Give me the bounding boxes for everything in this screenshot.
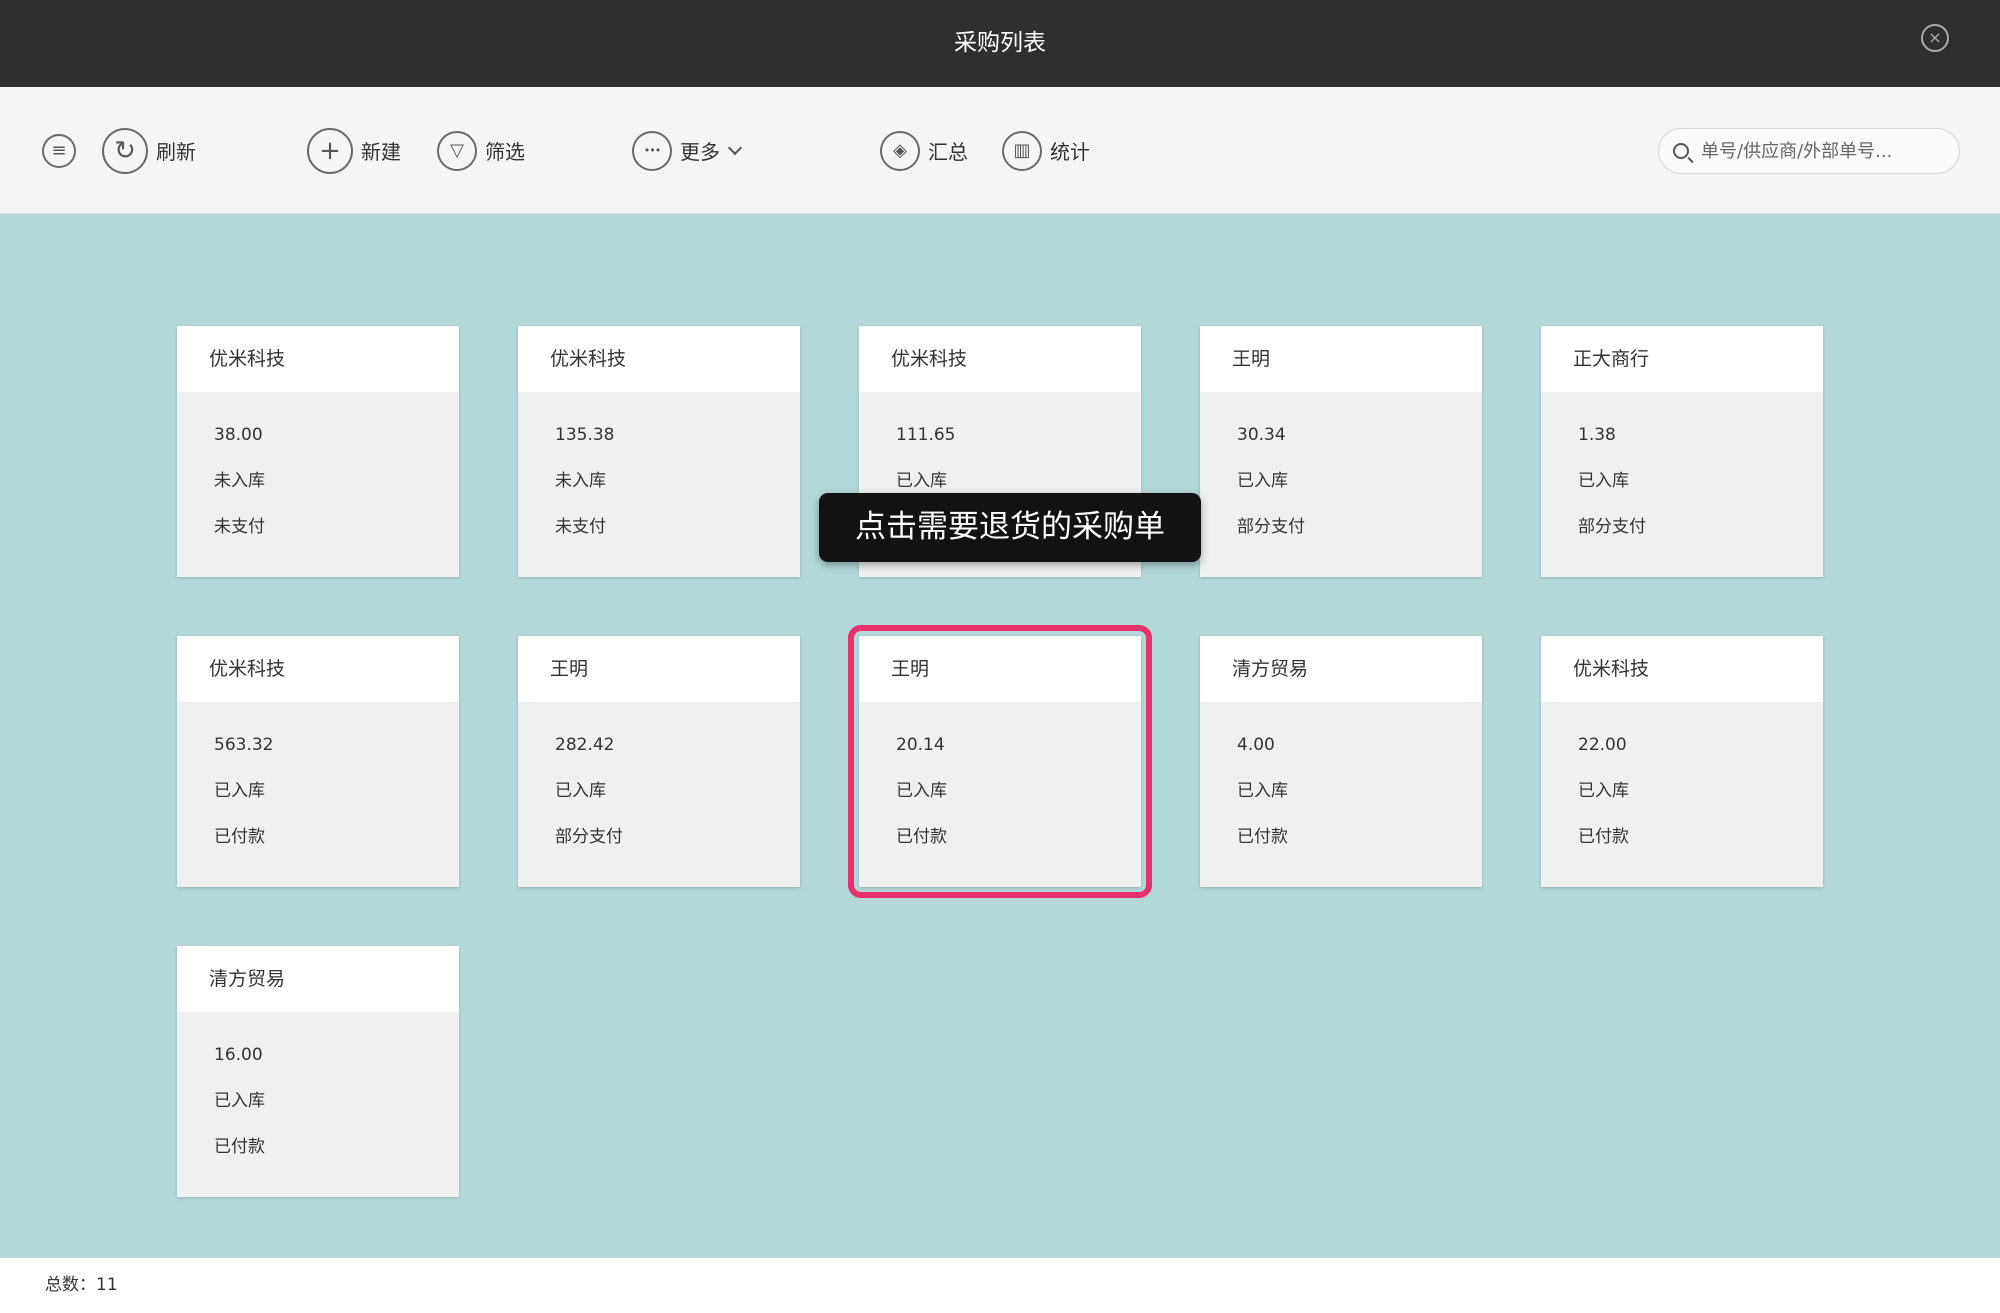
card-supplier: 优米科技 xyxy=(177,636,459,702)
purchase-card-grid: 优米科技 38.00 未入库 未支付 优米科技 135.38 未入库 未支付 优… xyxy=(0,214,2000,1258)
card-supplier: 王明 xyxy=(518,636,800,702)
new-button[interactable]: + 新建 xyxy=(307,87,401,214)
filter-label: 筛选 xyxy=(485,140,525,164)
purchase-card[interactable]: 清方贸易 16.00 已入库 已付款 xyxy=(177,946,459,1197)
card-amount: 20.14 xyxy=(896,735,945,755)
stats-label: 统计 xyxy=(1050,140,1090,164)
card-payment-status: 已付款 xyxy=(214,1137,265,1157)
chevron-down-icon xyxy=(727,140,743,155)
card-amount: 16.00 xyxy=(214,1045,263,1065)
summary-button[interactable]: ◈ 汇总 xyxy=(880,87,968,214)
total-count: 总数：11 xyxy=(45,1275,118,1295)
card-supplier: 优米科技 xyxy=(859,326,1141,392)
card-stock-status: 已入库 xyxy=(1578,471,1629,491)
card-payment-status: 已付款 xyxy=(1578,827,1629,847)
card-stock-status: 已入库 xyxy=(214,781,265,801)
purchase-card[interactable]: 王明 282.42 已入库 部分支付 xyxy=(518,636,800,887)
card-amount: 135.38 xyxy=(555,425,615,445)
filter-button[interactable]: ▽ 筛选 xyxy=(437,87,525,214)
card-amount: 282.42 xyxy=(555,735,615,755)
refresh-button[interactable]: ↻ 刷新 xyxy=(102,87,196,214)
card-stock-status: 已入库 xyxy=(1237,471,1288,491)
purchase-card[interactable]: 优米科技 135.38 未入库 未支付 xyxy=(518,326,800,577)
footer-bar: 总数：11 xyxy=(0,1258,2000,1313)
menu-button[interactable]: ≡ xyxy=(42,87,76,214)
more-label: 更多 xyxy=(680,140,720,164)
card-payment-status: 部分支付 xyxy=(1237,517,1305,537)
search-icon xyxy=(1673,143,1689,159)
menu-icon: ≡ xyxy=(42,133,76,168)
bar-chart-icon: ▥ xyxy=(1002,130,1042,171)
card-stock-status: 未入库 xyxy=(214,471,265,491)
card-payment-status: 未支付 xyxy=(555,517,606,537)
card-amount: 4.00 xyxy=(1237,735,1275,755)
card-payment-status: 已付款 xyxy=(1237,827,1288,847)
card-payment-status: 未支付 xyxy=(214,517,265,537)
card-payment-status: 已付款 xyxy=(214,827,265,847)
plus-icon: + xyxy=(307,127,353,174)
purchase-card[interactable]: 王明 30.34 已入库 部分支付 xyxy=(1200,326,1482,577)
purchase-card-highlighted[interactable]: 王明 20.14 已入库 已付款 xyxy=(848,625,1152,898)
card-amount: 30.34 xyxy=(1237,425,1286,445)
card-stock-status: 已入库 xyxy=(1578,781,1629,801)
card-supplier: 清方贸易 xyxy=(177,946,459,1012)
card-supplier: 正大商行 xyxy=(1541,326,1823,392)
card-supplier: 优米科技 xyxy=(1541,636,1823,702)
window-title: 采购列表 xyxy=(954,30,1046,56)
title-bar: 采购列表 × xyxy=(0,0,2000,87)
card-stock-status: 已入库 xyxy=(896,781,947,801)
card-supplier: 清方贸易 xyxy=(1200,636,1482,702)
tutorial-tooltip: 点击需要退货的采购单 xyxy=(819,493,1201,562)
search-box[interactable] xyxy=(1658,128,1960,174)
card-supplier: 王明 xyxy=(1200,326,1482,392)
card-amount: 563.32 xyxy=(214,735,274,755)
layers-icon: ◈ xyxy=(880,130,920,171)
close-icon[interactable]: × xyxy=(1921,24,1949,52)
card-amount: 22.00 xyxy=(1578,735,1627,755)
card-stock-status: 已入库 xyxy=(1237,781,1288,801)
card-supplier: 优米科技 xyxy=(177,326,459,392)
card-supplier: 优米科技 xyxy=(518,326,800,392)
purchase-card[interactable]: 优米科技 38.00 未入库 未支付 xyxy=(177,326,459,577)
refresh-icon: ↻ xyxy=(102,127,148,174)
stats-button[interactable]: ▥ 统计 xyxy=(1002,87,1090,214)
purchase-card[interactable]: 清方贸易 4.00 已入库 已付款 xyxy=(1200,636,1482,887)
card-amount: 1.38 xyxy=(1578,425,1616,445)
purchase-card[interactable]: 优米科技 563.32 已入库 已付款 xyxy=(177,636,459,887)
card-amount: 38.00 xyxy=(214,425,263,445)
more-dots-icon: ••• xyxy=(632,130,672,171)
card-stock-status: 未入库 xyxy=(555,471,606,491)
card-stock-status: 已入库 xyxy=(214,1091,265,1111)
search-input[interactable] xyxy=(1701,140,1941,162)
card-payment-status: 已付款 xyxy=(896,827,947,847)
card-supplier: 王明 xyxy=(859,636,1141,702)
more-button[interactable]: ••• 更多 xyxy=(632,87,743,214)
purchase-card[interactable]: 正大商行 1.38 已入库 部分支付 xyxy=(1541,326,1823,577)
new-label: 新建 xyxy=(361,140,401,164)
filter-icon: ▽ xyxy=(437,130,477,171)
card-payment-status: 部分支付 xyxy=(1578,517,1646,537)
card-payment-status: 部分支付 xyxy=(555,827,623,847)
card-stock-status: 已入库 xyxy=(555,781,606,801)
refresh-label: 刷新 xyxy=(156,140,196,164)
purchase-card[interactable]: 优米科技 22.00 已入库 已付款 xyxy=(1541,636,1823,887)
summary-label: 汇总 xyxy=(928,140,968,164)
card-amount: 111.65 xyxy=(896,425,956,445)
